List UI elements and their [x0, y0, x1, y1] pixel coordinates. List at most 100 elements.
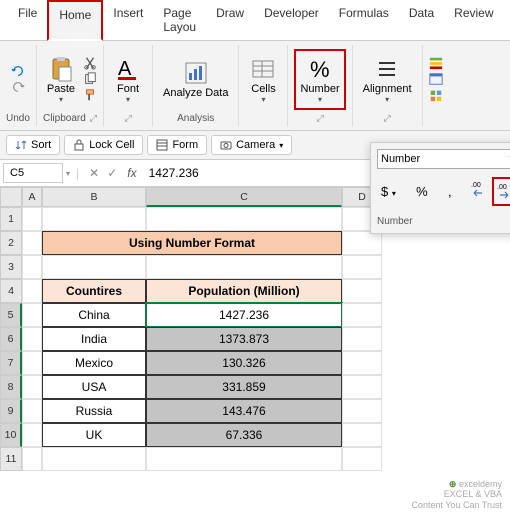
data-cell[interactable]: Mexico [42, 351, 146, 375]
alignment-launcher[interactable]: ⤢ [383, 113, 390, 124]
tab-file[interactable]: File [8, 0, 47, 40]
cell[interactable] [342, 447, 382, 471]
enter-icon[interactable]: ✓ [103, 166, 121, 180]
fx-button[interactable]: fx [121, 163, 142, 183]
cells-button[interactable]: Cells ▾ [245, 51, 281, 108]
data-cell[interactable]: 1427.236 [146, 303, 342, 327]
styles-icon[interactable] [429, 88, 443, 102]
currency-button[interactable]: $ ▾ [377, 182, 400, 201]
form-button[interactable]: Form [147, 135, 207, 155]
cell[interactable] [342, 375, 382, 399]
cell[interactable] [42, 255, 146, 279]
data-cell[interactable]: India [42, 327, 146, 351]
analyze-data-button[interactable]: Analyze Data [159, 55, 232, 103]
cell[interactable] [342, 327, 382, 351]
data-cell[interactable]: 1373.873 [146, 327, 342, 351]
cell[interactable] [22, 255, 42, 279]
number-button[interactable]: % Number ▾ [294, 49, 345, 110]
row-header[interactable]: 1 [0, 207, 22, 231]
cell[interactable] [22, 399, 42, 423]
number-launcher[interactable]: ⤢ [316, 113, 323, 124]
select-all-corner[interactable] [0, 187, 22, 207]
tab-developer[interactable]: Developer [254, 0, 329, 40]
font-launcher[interactable]: ⤢ [124, 113, 131, 124]
header-cell[interactable]: Countires [42, 279, 146, 303]
cell[interactable] [342, 423, 382, 447]
cell[interactable] [22, 351, 42, 375]
camera-button[interactable]: Camera▾ [211, 135, 292, 155]
data-cell[interactable]: 130.326 [146, 351, 342, 375]
col-header[interactable]: B [42, 187, 146, 207]
cell[interactable] [146, 447, 342, 471]
paste-button[interactable]: Paste ▾ [43, 51, 79, 108]
cell[interactable] [22, 279, 42, 303]
cell[interactable] [342, 303, 382, 327]
lock-cell-button[interactable]: Lock Cell [64, 135, 143, 155]
cell[interactable] [342, 231, 382, 255]
cell[interactable] [342, 399, 382, 423]
title-cell[interactable]: Using Number Format [42, 231, 342, 255]
decrease-decimal-button[interactable]: .00 [492, 177, 510, 206]
tab-review[interactable]: Review [444, 0, 503, 40]
undo-icon[interactable] [11, 64, 25, 78]
data-cell[interactable]: USA [42, 375, 146, 399]
tab-draw[interactable]: Draw [206, 0, 254, 40]
cell[interactable] [22, 303, 42, 327]
header-cell[interactable]: Population (Million) [146, 279, 342, 303]
data-cell[interactable]: Russia [42, 399, 146, 423]
tab-home[interactable]: Home [47, 0, 103, 41]
cell[interactable] [342, 351, 382, 375]
cancel-icon[interactable]: ✕ [85, 166, 103, 180]
name-box[interactable]: C5 [3, 163, 63, 183]
format-painter-icon[interactable] [83, 88, 97, 102]
tab-insert[interactable]: Insert [103, 0, 153, 40]
row-header[interactable]: 4 [0, 279, 22, 303]
redo-icon[interactable] [11, 80, 25, 94]
cell[interactable] [22, 207, 42, 231]
cell[interactable] [146, 255, 342, 279]
cell[interactable] [22, 327, 42, 351]
cell[interactable] [342, 255, 382, 279]
col-header[interactable]: A [22, 187, 42, 207]
data-cell[interactable]: UK [42, 423, 146, 447]
row-header[interactable]: 9 [0, 399, 22, 423]
data-cell[interactable]: 143.476 [146, 399, 342, 423]
tab-formulas[interactable]: Formulas [329, 0, 399, 40]
conditional-format-icon[interactable] [429, 56, 443, 70]
cell[interactable] [22, 447, 42, 471]
table-icon[interactable] [429, 72, 443, 86]
row-header[interactable]: 8 [0, 375, 22, 399]
percent-button[interactable]: % [412, 182, 432, 201]
increase-decimal-button[interactable]: .00 [468, 177, 490, 206]
copy-icon[interactable] [83, 72, 97, 86]
sort-button[interactable]: Sort [6, 135, 60, 155]
tab-view[interactable]: V [504, 0, 510, 40]
cell[interactable] [22, 423, 42, 447]
row-header[interactable]: 3 [0, 255, 22, 279]
row-header[interactable]: 2 [0, 231, 22, 255]
tab-page-layout[interactable]: Page Layou [153, 0, 206, 40]
cell[interactable] [342, 279, 382, 303]
row-header[interactable]: 6 [0, 327, 22, 351]
cut-icon[interactable] [83, 56, 97, 70]
row-header[interactable]: 10 [0, 423, 22, 447]
font-button[interactable]: A Font ▾ [110, 51, 146, 108]
row-header[interactable]: 7 [0, 351, 22, 375]
row-header[interactable]: 11 [0, 447, 22, 471]
data-cell[interactable]: 331.859 [146, 375, 342, 399]
clipboard-launcher[interactable]: ⤢ [90, 113, 97, 124]
cell[interactable] [146, 207, 342, 231]
alignment-button[interactable]: Alignment ▾ [359, 51, 416, 108]
tab-data[interactable]: Data [399, 0, 444, 40]
cell[interactable] [42, 207, 146, 231]
format-select[interactable]: Number▾ [377, 149, 510, 169]
comma-button[interactable]: , [444, 182, 456, 201]
cell[interactable] [22, 375, 42, 399]
cell[interactable] [42, 447, 146, 471]
row-header[interactable]: 5 [0, 303, 22, 327]
col-header[interactable]: C [146, 187, 342, 207]
data-cell[interactable]: 67.336 [146, 423, 342, 447]
cell[interactable] [22, 231, 42, 255]
chevron-down-icon: ▾ [59, 95, 63, 104]
data-cell[interactable]: China [42, 303, 146, 327]
